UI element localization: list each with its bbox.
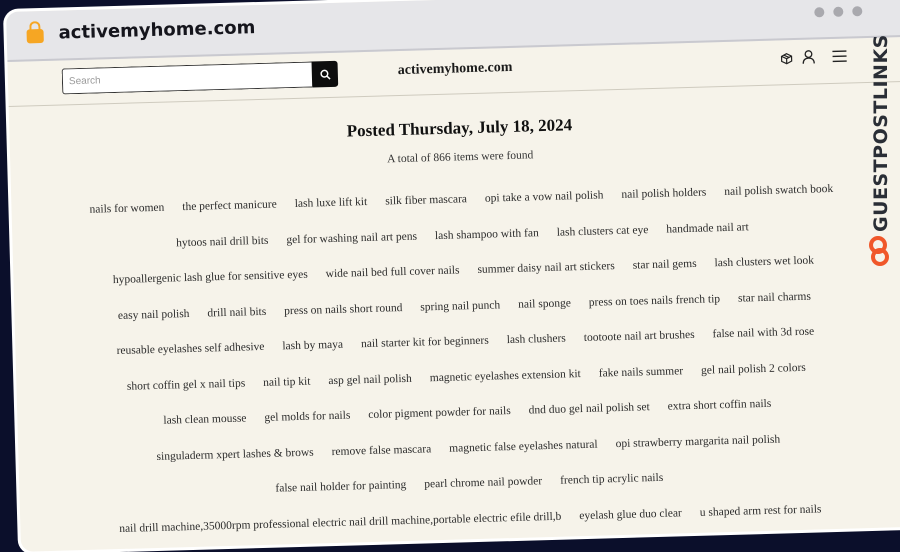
link-chain-icon: [868, 236, 890, 266]
tag-link[interactable]: nail tip kit: [263, 364, 311, 400]
tag-link[interactable]: fake nails summer: [598, 354, 683, 391]
tag-link[interactable]: nail polish holders: [621, 176, 707, 213]
tag-link[interactable]: the perfect manicure: [182, 188, 277, 225]
tag-link[interactable]: singuladerm xpert lashes & brows: [156, 435, 314, 474]
tag-link[interactable]: lash clushers: [506, 322, 566, 358]
tag-link[interactable]: gel molds for nails: [264, 399, 351, 436]
tag-link[interactable]: reusable eyelashes self adhesive: [116, 330, 265, 369]
tag-link[interactable]: lash clusters wet look: [714, 244, 814, 281]
tag-link[interactable]: dnd duo gel nail polish set: [528, 390, 650, 428]
tag-link[interactable]: magnetic eyelashes extension kit: [429, 357, 581, 396]
tag-link[interactable]: false nail with 3d rose: [712, 315, 814, 352]
main-content: Posted Thursday, July 18, 2024 A total o…: [9, 82, 900, 549]
search-button[interactable]: [312, 61, 339, 88]
search-form: [62, 61, 339, 95]
site-title[interactable]: activemyhome.com: [398, 60, 513, 79]
tag-link[interactable]: summer daisy nail art stickers: [477, 249, 615, 287]
search-icon: [319, 68, 330, 79]
tag-link[interactable]: hytoos nail drill bits: [176, 223, 269, 260]
tag-link[interactable]: asp gel nail polish: [328, 361, 412, 398]
tag-link[interactable]: spring nail punch: [420, 288, 501, 325]
tag-link[interactable]: eyelash glue duo clear: [579, 496, 682, 533]
window-control-dot[interactable]: [833, 7, 843, 17]
badge-text: GUESTPOSTLINKS: [870, 44, 892, 232]
tag-link[interactable]: extra short coffin nails: [667, 387, 772, 424]
tag-link[interactable]: silk fiber mascara: [385, 182, 468, 219]
tag-link[interactable]: star nail gems: [632, 247, 697, 283]
tag-link[interactable]: nail sponge: [518, 286, 572, 322]
browser-window: activemyhome.com activemyhome.com: [6, 0, 900, 552]
tag-link[interactable]: nail polish swatch book: [724, 172, 834, 210]
tag-link[interactable]: remove false mascara: [331, 432, 432, 469]
tag-link[interactable]: tootoote nail art brushes: [583, 318, 695, 356]
window-controls: [814, 6, 862, 17]
url-display[interactable]: activemyhome.com: [58, 17, 255, 43]
tag-link[interactable]: opi strawberry margarita nail polish: [615, 422, 780, 461]
tag-link[interactable]: opi take a vow nail polish: [484, 178, 603, 216]
tag-link[interactable]: pearl chrome nail powder: [424, 464, 543, 502]
tag-link[interactable]: star nail charms: [738, 279, 812, 316]
guestpostlinks-badge: GUESTPOSTLINKS: [862, 40, 900, 280]
window-control-dot[interactable]: [814, 7, 824, 17]
search-input[interactable]: [62, 61, 313, 94]
tag-list: nails for women the perfect manicure lash …: [71, 170, 861, 547]
tag-link[interactable]: hypoallergenic lash glue for sensitive e…: [112, 258, 308, 298]
tag-link[interactable]: u shaped arm rest for nails: [699, 492, 822, 530]
tag-link[interactable]: color pigment powder for nails: [368, 394, 511, 432]
tag-link[interactable]: drill nail bits: [207, 294, 267, 330]
lock-icon: [26, 29, 43, 43]
tag-link[interactable]: nail drill machine,35000rpm professional…: [119, 499, 562, 546]
tag-link[interactable]: handmade nail art: [666, 210, 749, 247]
header-icons: [779, 49, 847, 66]
tag-link[interactable]: magnetic false eyelashes natural: [449, 427, 598, 466]
tag-link[interactable]: press on toes nails french tip: [588, 282, 720, 320]
tag-link[interactable]: short coffin gel x nail tips: [126, 366, 245, 404]
tag-link[interactable]: lash shampoo with fan: [434, 216, 539, 253]
tag-link[interactable]: nails for women: [89, 191, 165, 228]
tag-link[interactable]: easy nail polish: [117, 297, 189, 333]
tag-link[interactable]: lash clean mousse: [163, 401, 247, 438]
tag-link[interactable]: wide nail bed full cover nails: [325, 253, 460, 291]
box-icon[interactable]: [779, 51, 793, 65]
tag-link[interactable]: lash by maya: [282, 328, 344, 364]
tag-link[interactable]: gel for washing nail art pens: [286, 219, 418, 257]
tag-link[interactable]: lash clusters cat eye: [556, 213, 649, 250]
tag-link[interactable]: false nail holder for painting: [275, 468, 407, 506]
tag-link[interactable]: nail starter kit for beginners: [361, 324, 490, 362]
tag-link[interactable]: french tip acrylic nails: [560, 461, 664, 498]
tag-link[interactable]: press on nails short round: [284, 291, 403, 329]
menu-icon[interactable]: [831, 50, 847, 63]
user-icon[interactable]: [801, 49, 815, 64]
window-control-dot[interactable]: [852, 6, 862, 16]
tag-link[interactable]: lash luxe lift kit: [294, 185, 367, 222]
tag-link[interactable]: gel nail polish 2 colors: [701, 350, 807, 387]
